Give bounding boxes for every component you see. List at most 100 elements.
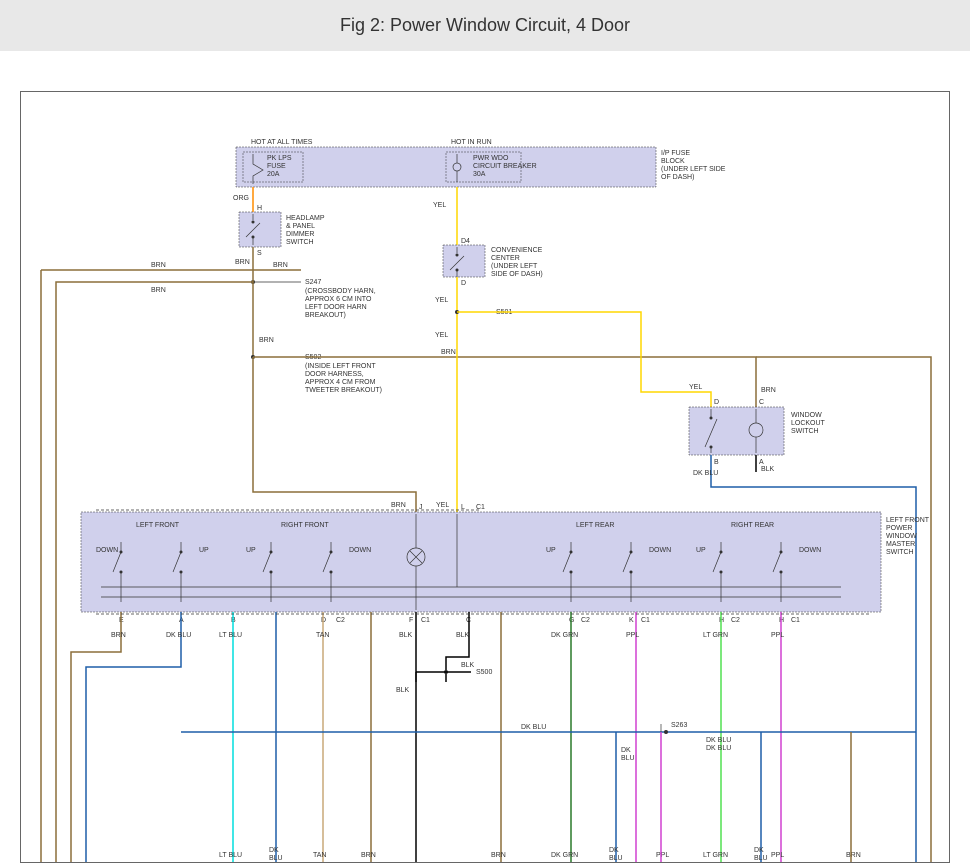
headlamp-2: & PANEL: [286, 223, 315, 230]
brn-480-bottom: BRN: [491, 852, 506, 859]
brn-lower-left: BRN: [151, 287, 166, 294]
ltgrn-bottom: LT GRN: [703, 852, 728, 859]
conv-1: CONVENIENCE: [491, 247, 543, 254]
pwr-wdo-2: CIRCUIT BREAKER: [473, 163, 537, 170]
brn-down: BRN: [259, 337, 274, 344]
s500-label: S500: [476, 669, 492, 676]
pin-k: K: [629, 617, 634, 624]
brn-far-right-bottom: BRN: [846, 852, 861, 859]
pk-lps-1: PK LPS: [267, 155, 292, 162]
svg-text:DOWN: DOWN: [96, 547, 118, 554]
master-1: LEFT FRONT: [886, 517, 930, 524]
brn-upper-left: BRN: [151, 262, 166, 269]
fuse-block-label-4: OF DASH): [661, 174, 694, 181]
master-3: WINDOW: [886, 533, 917, 540]
diagram-svg: HOT AT ALL TIMES HOT IN RUN I/P FUSE BLO…: [21, 92, 949, 862]
blk-f: BLK: [399, 632, 413, 639]
s247-desc-1: (CROSSBODY HARN,: [305, 288, 376, 295]
headlamp-4: SWITCH: [286, 239, 314, 246]
c1-h: C1: [791, 617, 800, 624]
brn-right-stub: BRN: [273, 262, 288, 269]
fuse-block-label-2: BLOCK: [661, 158, 685, 165]
lockout-1: WINDOW: [791, 412, 822, 419]
blk-down: BLK: [396, 687, 410, 694]
conv-4: SIDE OF DASH): [491, 271, 543, 278]
convenience-center: [443, 245, 485, 277]
pin-d: D: [461, 280, 466, 287]
lockout-pin-b: B: [714, 459, 719, 466]
c1-f: C1: [421, 617, 430, 624]
rf-label: RIGHT FRONT: [281, 522, 329, 529]
s247-desc-4: BREAKOUT): [305, 312, 346, 319]
dkblu-lockout: DK BLU: [693, 470, 718, 477]
c2-1: C2: [336, 617, 345, 624]
brn-mid-bottom: BRN: [361, 852, 376, 859]
pk-lps-2: FUSE: [267, 163, 286, 170]
s247-desc-2: APPROX 6 CM INTO: [305, 296, 372, 303]
dkblu-right-1: DK BLU: [706, 737, 731, 744]
ltblu-bottom: LT BLU: [219, 852, 242, 859]
conv-3: (UNDER LEFT: [491, 263, 538, 270]
pwr-wdo-3: 30A: [473, 171, 486, 178]
yel-l: YEL: [436, 502, 449, 509]
hot-run-label: HOT IN RUN: [451, 139, 492, 146]
dkblu-595-lbl2: BLU: [621, 755, 635, 762]
yel-3: YEL: [435, 332, 448, 339]
dkblu-740-b: DK: [754, 847, 764, 854]
wiring-diagram: HOT AT ALL TIMES HOT IN RUN I/P FUSE BLO…: [20, 91, 950, 863]
wire-dkblu-a: [86, 612, 181, 862]
svg-text:UP: UP: [546, 547, 556, 554]
svg-text:UP: UP: [199, 547, 209, 554]
headlamp-1: HEADLAMP: [286, 215, 325, 222]
lr-label: LEFT REAR: [576, 522, 614, 529]
yel-lockout: YEL: [689, 384, 702, 391]
s502-d1: (INSIDE LEFT FRONT: [305, 363, 376, 370]
ppl-bottom: PPL: [656, 852, 669, 859]
lockout-pin-d: D: [714, 399, 719, 406]
lockout-switch: [689, 407, 784, 455]
lockout-2: LOCKOUT: [791, 420, 826, 427]
dkblu-595-b: DK: [609, 847, 619, 854]
tan-d: TAN: [316, 632, 329, 639]
dkblu-595-b2: BLU: [609, 855, 623, 862]
pin-d4: D4: [461, 238, 470, 245]
master-2: POWER: [886, 525, 912, 532]
brn-horiz: BRN: [441, 349, 456, 356]
wire-yel-lockout: [457, 312, 711, 407]
svg-text:UP: UP: [246, 547, 256, 554]
c2-g: C2: [581, 617, 590, 624]
lf-label: LEFT FRONT: [136, 522, 180, 529]
blk-s500: BLK: [461, 662, 475, 669]
brn-e: BRN: [111, 632, 126, 639]
ppl-k: PPL: [626, 632, 639, 639]
fuse-block-label-1: I/P FUSE: [661, 150, 690, 157]
figure-title: Fig 2: Power Window Circuit, 4 Door: [0, 0, 970, 51]
pin-s: S: [257, 250, 262, 257]
dkblu-bus: DK BLU: [521, 724, 546, 731]
dkgrn-g: DK GRN: [551, 632, 578, 639]
hot-always-label: HOT AT ALL TIMES: [251, 139, 313, 146]
yel-2: YEL: [435, 297, 448, 304]
dkblu-740-b2: BLU: [754, 855, 768, 862]
brn-lockout: BRN: [761, 387, 776, 394]
lockout-3: SWITCH: [791, 428, 819, 435]
svg-text:DOWN: DOWN: [649, 547, 671, 554]
s263-label: S263: [671, 722, 687, 729]
pin-f: F: [409, 617, 413, 624]
ppl-h: PPL: [771, 632, 784, 639]
blk-c: BLK: [456, 632, 470, 639]
ltblu-b: LT BLU: [219, 632, 242, 639]
pwr-wdo-1: PWR WDO: [473, 155, 509, 162]
dkblu-right-2: DK BLU: [706, 745, 731, 752]
pin-h: H: [257, 205, 262, 212]
brn-j: BRN: [391, 502, 406, 509]
yel-label-1: YEL: [433, 202, 446, 209]
s502-d3: APPROX 4 CM FROM: [305, 379, 376, 386]
wire-brn-e: [71, 612, 121, 862]
dkgrn-bottom: DK GRN: [551, 852, 578, 859]
blk-lockout: BLK: [761, 466, 775, 473]
dkblu-bottom-2: BLU: [269, 855, 283, 862]
s502-d2: DOOR HARNESS,: [305, 371, 364, 378]
c1-k: C1: [641, 617, 650, 624]
dkblu-595-lbl: DK: [621, 747, 631, 754]
